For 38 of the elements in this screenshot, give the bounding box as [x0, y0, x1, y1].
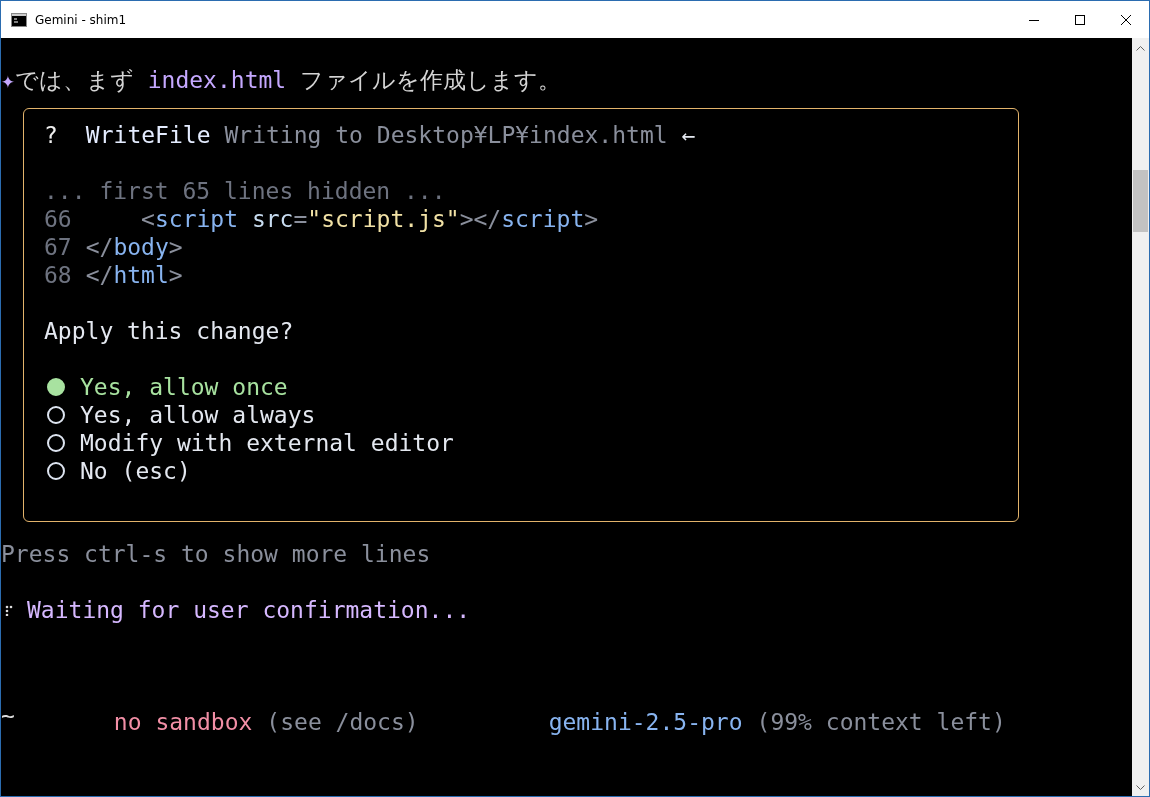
- tool-name: WriteFile: [85, 121, 211, 149]
- close-icon: [1121, 14, 1131, 25]
- radio-button[interactable]: [47, 434, 65, 452]
- radio-button[interactable]: [47, 406, 65, 424]
- question-text: Apply this change?: [44, 317, 294, 345]
- sandbox-note: (see /docs): [266, 708, 419, 736]
- radio-button[interactable]: [47, 462, 65, 480]
- scrollbar[interactable]: [1132, 38, 1149, 796]
- status-text: Waiting for user confirmation...: [27, 596, 471, 624]
- arrow-icon: ←: [681, 121, 696, 149]
- model-name: gemini-2.5-pro: [548, 708, 743, 736]
- sparkle-icon: ✦: [1, 66, 15, 94]
- line-number: 67: [44, 233, 72, 261]
- code-line: </body>: [85, 233, 183, 261]
- hidden-lines-note: ... first 65 lines hidden ...: [44, 177, 446, 205]
- option-label[interactable]: Yes, allow once: [80, 373, 288, 401]
- scroll-down-icon[interactable]: [1136, 785, 1145, 790]
- hint-text: Press ctrl-s to show more lines: [1, 540, 431, 568]
- option-label[interactable]: No (esc): [80, 457, 191, 485]
- line-number: 68: [44, 261, 72, 289]
- sandbox-text: no sandbox: [113, 708, 253, 736]
- message-text: では、まず index.html ファイルを作成します。: [14, 66, 562, 94]
- code-line: </html>: [85, 261, 183, 289]
- window-title: Gemini - shim1: [35, 12, 128, 27]
- spinner-icon: [5, 604, 13, 616]
- option-label[interactable]: Yes, allow always: [80, 401, 316, 429]
- scroll-thumb[interactable]: [1133, 170, 1148, 232]
- tool-description: Writing to Desktop¥LP¥index.html: [224, 121, 668, 149]
- status-icon: ?: [44, 121, 58, 149]
- scroll-up-icon[interactable]: [1136, 46, 1145, 51]
- console-icon: [11, 12, 27, 27]
- radio-button[interactable]: [47, 378, 65, 396]
- cwd-text: ~: [1, 702, 15, 730]
- code-line: <script src="script.js"></script>: [140, 205, 599, 233]
- line-number: 66: [44, 205, 72, 233]
- option-label[interactable]: Modify with external editor: [80, 429, 454, 457]
- context-text: (99% context left): [756, 708, 1006, 736]
- maximize-icon: [1075, 14, 1085, 25]
